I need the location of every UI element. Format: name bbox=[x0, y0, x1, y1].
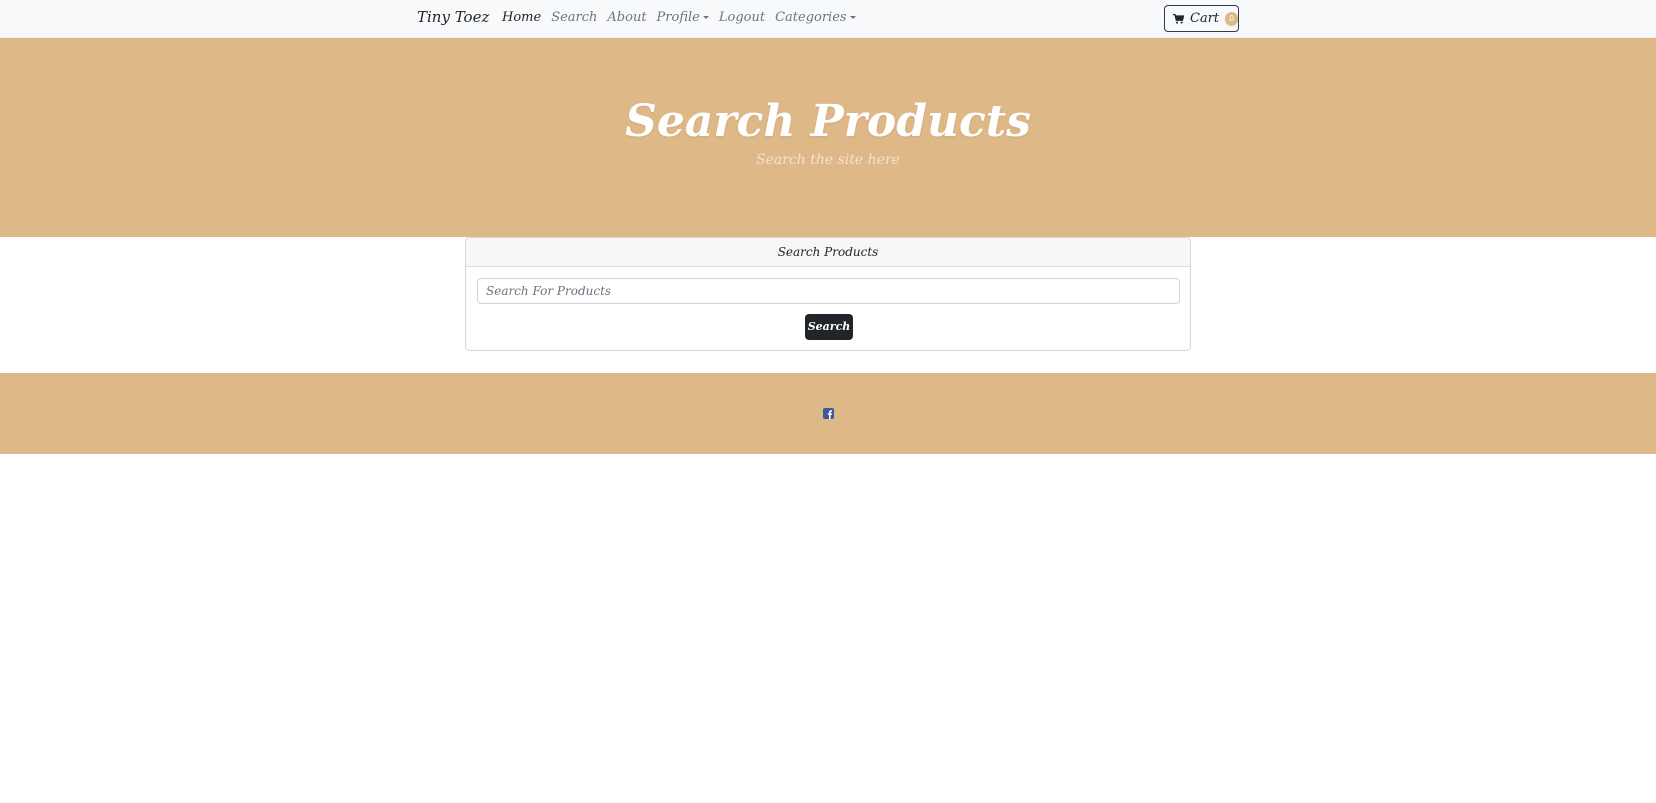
nav-link-logout-label: Logout bbox=[718, 10, 766, 25]
navbar-brand[interactable]: Tiny Toez bbox=[417, 8, 489, 26]
nav-link-search-label: Search bbox=[551, 10, 598, 25]
nav-link-home[interactable]: Home bbox=[502, 10, 541, 25]
nav-link-about[interactable]: About bbox=[607, 10, 646, 25]
cart-label: Cart bbox=[1190, 11, 1220, 26]
caret-down-icon bbox=[702, 16, 709, 19]
cart-icon bbox=[1173, 13, 1184, 24]
navbar: Tiny Toez Home Search About Profile Logo… bbox=[0, 0, 1656, 38]
cart-button[interactable]: Cart 0 bbox=[1164, 5, 1239, 32]
footer bbox=[0, 373, 1656, 454]
cart-count-badge: 0 bbox=[1225, 11, 1238, 26]
nav-link-search[interactable]: Search bbox=[551, 10, 597, 25]
hero-banner: Search Products Search the site here bbox=[0, 38, 1656, 237]
nav-link-logout[interactable]: Logout bbox=[719, 10, 765, 25]
nav-dropdown-categories-label: Categories bbox=[775, 10, 847, 25]
nav-dropdown-profile-label: Profile bbox=[656, 10, 700, 25]
search-button[interactable]: Search bbox=[805, 314, 853, 340]
search-input[interactable] bbox=[477, 278, 1180, 304]
nav-link-about-label: About bbox=[607, 10, 647, 25]
search-card: Search Products Search bbox=[465, 237, 1191, 351]
facebook-icon[interactable] bbox=[823, 408, 834, 419]
nav-dropdown-profile[interactable]: Profile bbox=[657, 10, 709, 25]
search-card-header: Search Products bbox=[466, 238, 1190, 267]
page-title: Search Products bbox=[625, 96, 1031, 147]
page-subtitle: Search the site here bbox=[756, 152, 900, 168]
nav-dropdown-categories[interactable]: Categories bbox=[775, 10, 856, 25]
nav-link-home-label: Home bbox=[502, 10, 542, 25]
nav-links: Home Search About Profile Logout Categor… bbox=[502, 10, 856, 25]
caret-down-icon bbox=[849, 16, 856, 19]
